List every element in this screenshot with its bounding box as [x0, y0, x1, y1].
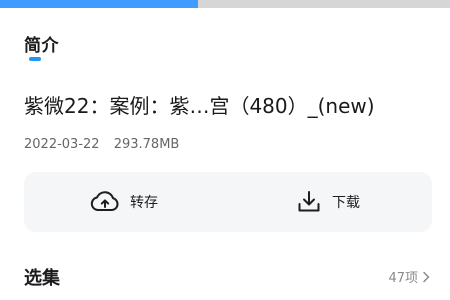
- playback-progress-bar[interactable]: [0, 0, 450, 8]
- download-label: 下载: [332, 195, 360, 211]
- save-label: 转存: [130, 195, 158, 211]
- file-title: 紫微22：案例：紫…宫（480）_(new): [24, 94, 375, 118]
- cloud-upload-icon: [90, 191, 119, 211]
- action-card: 转存 下载: [24, 172, 432, 232]
- file-size: 293.78MB: [113, 137, 180, 152]
- download-icon: [298, 191, 320, 212]
- chevron-right-icon: [423, 271, 430, 282]
- episodes-count-link[interactable]: 47项: [388, 267, 430, 286]
- file-date: 2022-03-22: [24, 137, 100, 152]
- playback-progress-fill: [0, 0, 198, 8]
- episodes-title: 选集: [24, 268, 60, 289]
- file-meta: 2022-03-22 293.78MB: [24, 137, 189, 152]
- download-button[interactable]: 下载: [296, 188, 360, 216]
- tab-active-indicator: [29, 57, 41, 61]
- tab-intro[interactable]: 简介: [24, 31, 59, 56]
- episodes-count: 47项: [388, 271, 418, 286]
- video-detail-panel: 简介 紫微22：案例：紫…宫（480）_(new) 2022-03-22 293…: [0, 0, 450, 300]
- save-to-drive-button[interactable]: 转存: [90, 188, 158, 216]
